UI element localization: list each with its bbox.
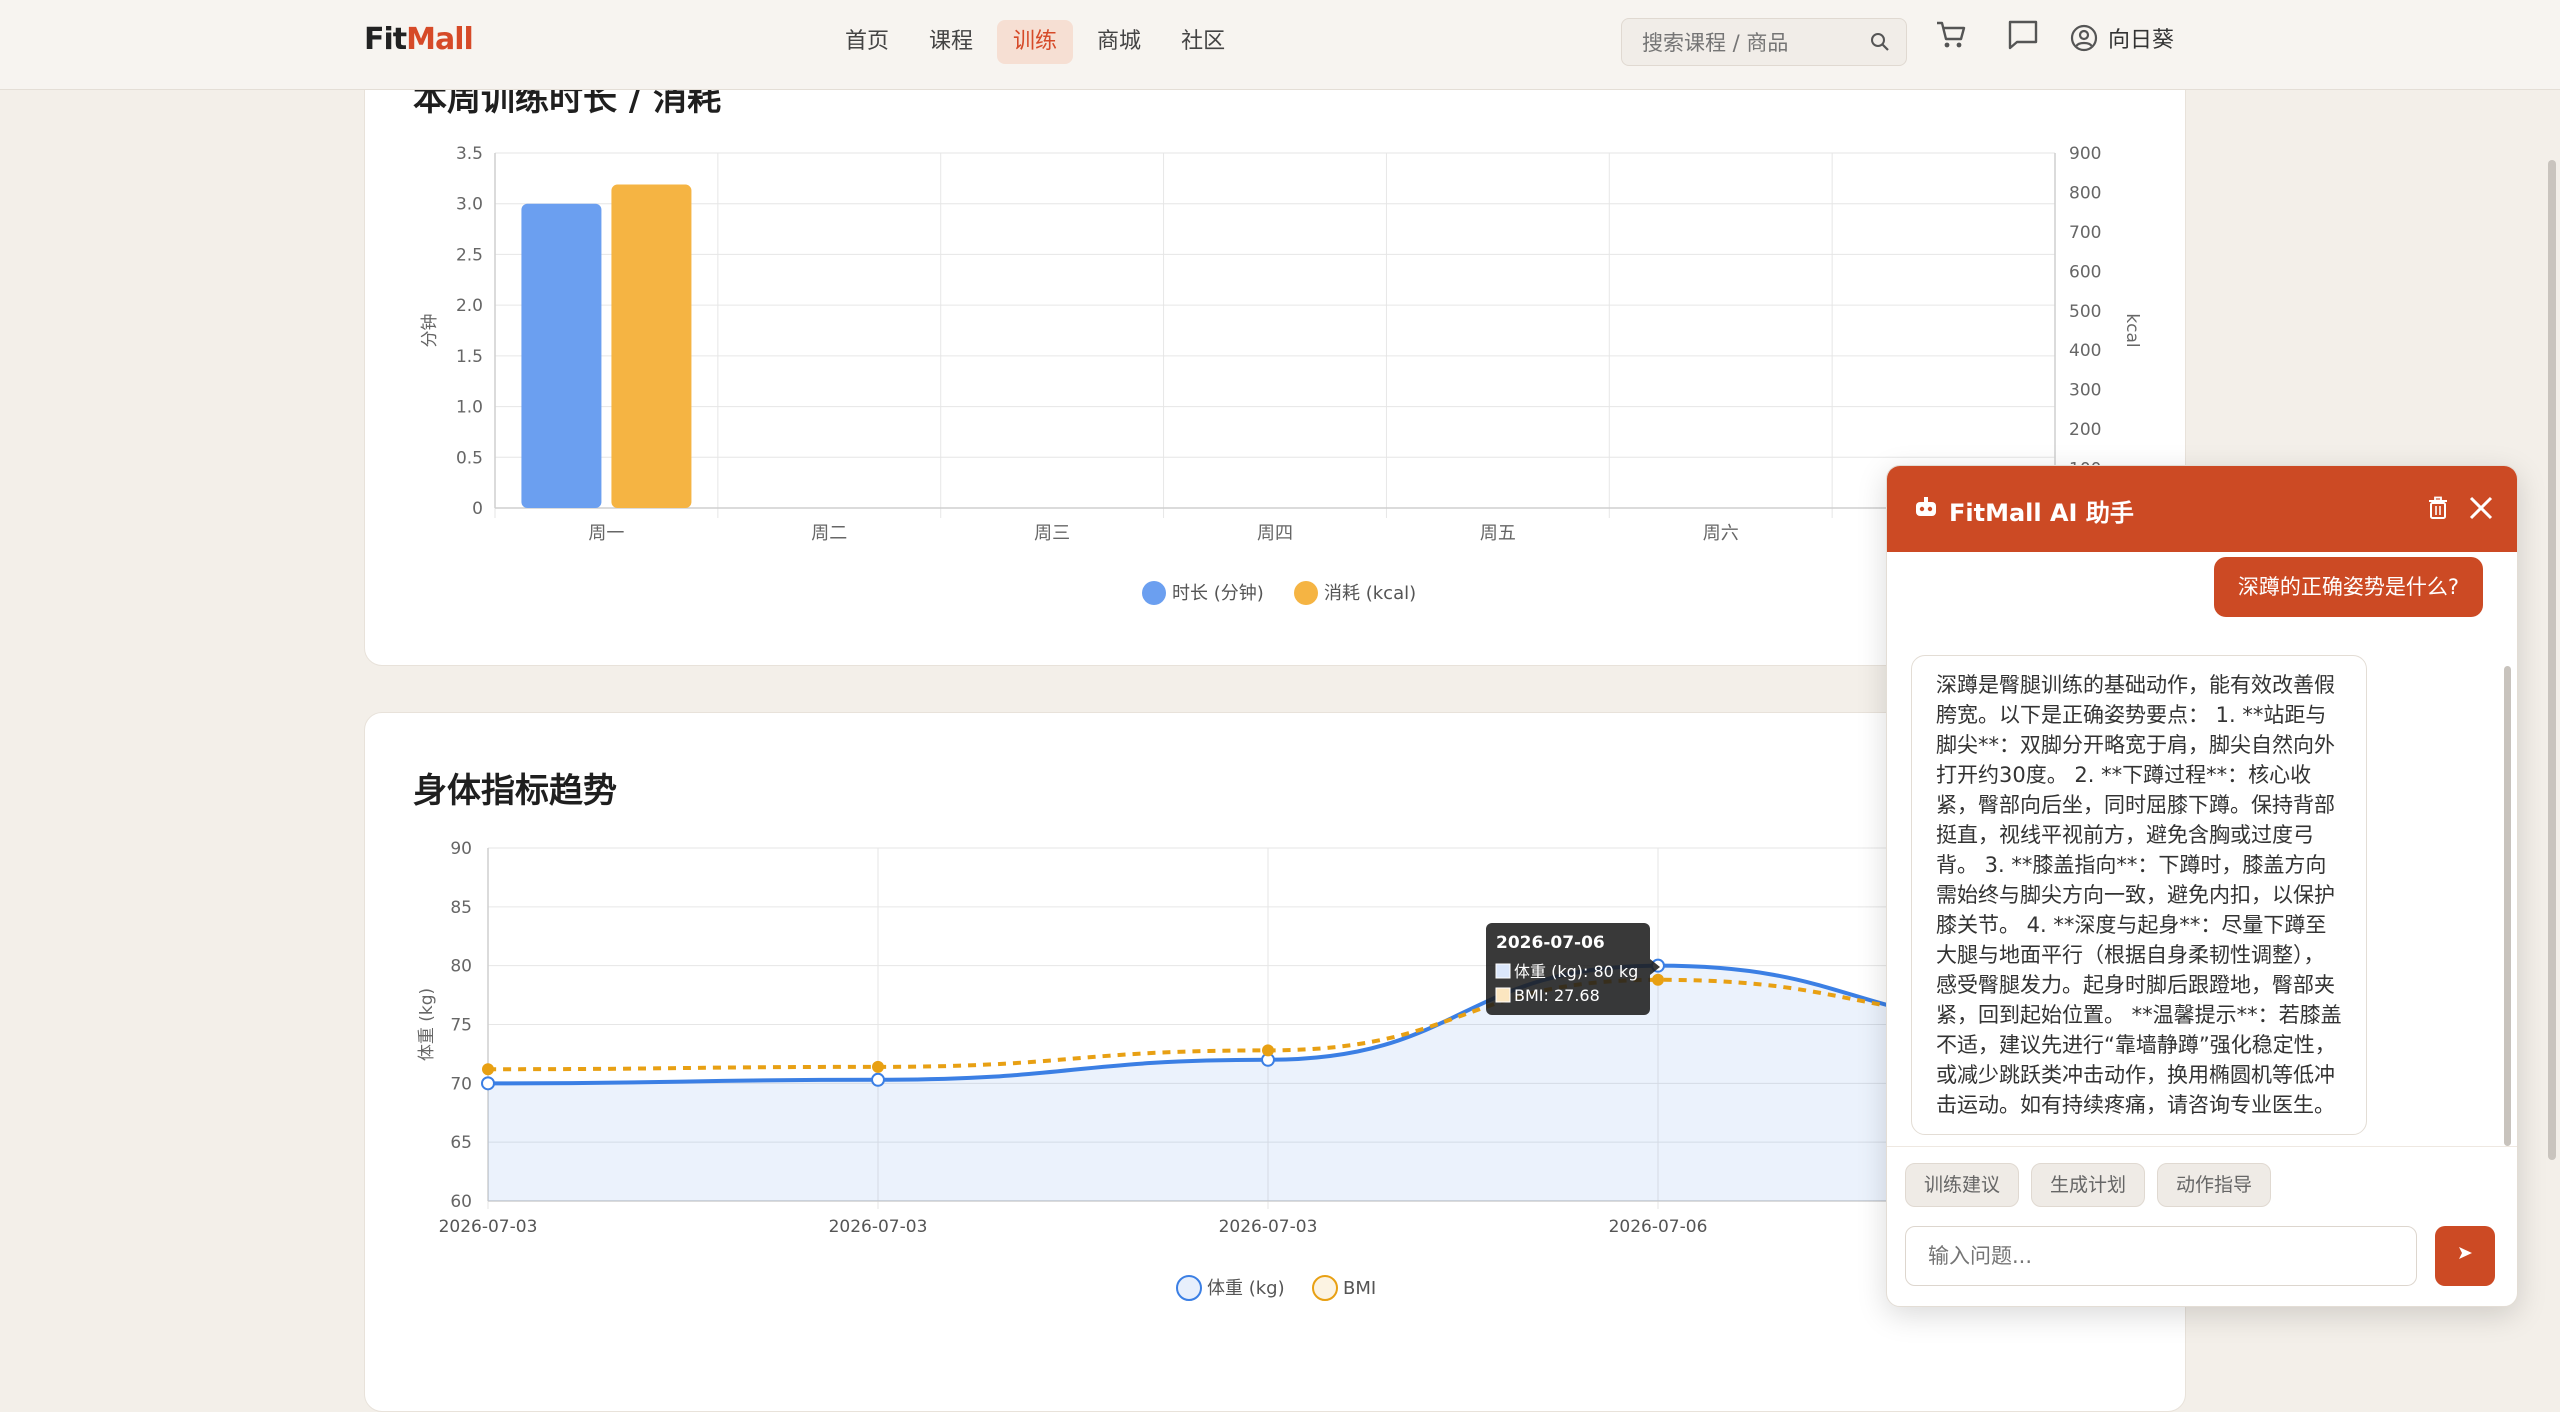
logo[interactable]: FitMall: [364, 22, 474, 57]
y-tick-label: 3.0: [456, 195, 483, 215]
y-tick-label: 75: [450, 1016, 472, 1036]
y2-tick-label: 900: [2069, 144, 2101, 164]
ai-chat-panel: FitMall AI 助手 深蹲的正确姿势是什么? 深蹲是臀腿训练的基础动作，能…: [1886, 465, 2518, 1307]
chat-input[interactable]: [1905, 1226, 2417, 1286]
y-tick-label: 90: [450, 839, 472, 859]
y-tick-label: 60: [450, 1192, 472, 1212]
trash-icon[interactable]: [2427, 496, 2449, 520]
nav-home[interactable]: 首页: [829, 20, 905, 64]
y2-tick-label: 700: [2069, 223, 2101, 243]
data-point: [481, 1076, 495, 1091]
nav-courses[interactable]: 课程: [913, 20, 989, 64]
x-tick-label: 周五: [1480, 523, 1516, 544]
x-tick-label: 周六: [1703, 523, 1739, 544]
legend-marker: [1294, 581, 1318, 605]
legend-marker: [1312, 1275, 1338, 1301]
tooltip-line: BMI: 27.68: [1514, 986, 1600, 1005]
user-message: 深蹲的正确姿势是什么?: [2213, 557, 2483, 617]
main-nav: 首页 课程 训练 商城 社区: [829, 20, 1241, 64]
x-tick-label: 2026-07-06: [1609, 1217, 1708, 1237]
quick-chips: 训练建议 生成计划 动作指导: [1905, 1163, 2272, 1207]
y-tick-label: 85: [450, 898, 472, 918]
logo-fit: Fit: [364, 22, 407, 57]
legend-label: BMI: [1343, 1278, 1376, 1299]
bar: [611, 184, 692, 509]
cart-icon[interactable]: [1934, 18, 1968, 52]
y-tick-label: 0.5: [456, 448, 483, 468]
bar: [521, 203, 602, 508]
data-point: [482, 1063, 494, 1076]
y-tick-label: 1.0: [456, 398, 483, 418]
chat-title: FitMall AI 助手: [1949, 499, 2134, 527]
chat-messages: 深蹲的正确姿势是什么? 深蹲是臀腿训练的基础动作，能有效改善假胯宽。以下是正确姿…: [1887, 552, 2517, 1144]
tooltip-title: 2026-07-06: [1496, 933, 1605, 953]
message-icon[interactable]: [2006, 18, 2040, 52]
y-tick-label: 65: [450, 1133, 472, 1153]
chat-scrollbar[interactable]: [2504, 666, 2511, 1146]
x-tick-label: 2026-07-03: [439, 1217, 538, 1237]
data-point: [871, 1072, 885, 1087]
y2-tick-label: 800: [2069, 183, 2101, 203]
y-axis-title: 体重 (kg): [417, 988, 437, 1061]
y2-tick-label: 300: [2069, 381, 2101, 401]
chip-training-advice[interactable]: 训练建议: [1905, 1163, 2020, 1207]
logo-mall: Mall: [406, 22, 474, 57]
chat-divider: [1887, 1146, 2517, 1147]
x-tick-label: 周二: [811, 523, 847, 544]
search-input[interactable]: [1622, 19, 1874, 67]
x-tick-label: 2026-07-03: [829, 1217, 928, 1237]
search-box: [1621, 18, 1907, 67]
legend-label: 时长 (分钟): [1172, 583, 1264, 604]
username: 向日葵: [2108, 28, 2175, 53]
tooltip-line: 体重 (kg): 80 kg: [1514, 962, 1638, 981]
y2-axis-title: kcal: [2122, 313, 2142, 347]
top-navbar: FitMall 首页 课程 训练 商城 社区 向日葵: [0, 0, 2560, 90]
chip-generate-plan[interactable]: 生成计划: [2031, 1163, 2146, 1207]
tooltip-swatch: [1495, 987, 1511, 1003]
y2-tick-label: 500: [2069, 302, 2101, 322]
y-tick-label: 3.5: [456, 144, 483, 164]
tooltip-swatch: [1495, 963, 1511, 979]
y-tick-label: 0: [472, 499, 483, 519]
x-tick-label: 周一: [588, 523, 624, 544]
y2-tick-label: 400: [2069, 341, 2101, 361]
user-menu[interactable]: 向日葵: [2070, 22, 2174, 54]
legend-label: 体重 (kg): [1207, 1278, 1285, 1299]
legend-marker: [1176, 1275, 1202, 1301]
y-axis-title: 分钟: [420, 314, 440, 348]
chip-exercise-guide[interactable]: 动作指导: [2157, 1163, 2272, 1207]
y-tick-label: 70: [450, 1074, 472, 1094]
nav-mall[interactable]: 商城: [1081, 20, 1157, 64]
chat-header: FitMall AI 助手: [1887, 466, 2517, 552]
nav-community[interactable]: 社区: [1165, 20, 1241, 64]
y-tick-label: 1.5: [456, 347, 483, 367]
y2-tick-label: 600: [2069, 262, 2101, 282]
nav-training[interactable]: 训练: [997, 20, 1074, 64]
legend-marker: [1142, 581, 1166, 605]
data-point: [872, 1060, 884, 1073]
search-icon[interactable]: [1870, 32, 1890, 52]
data-point: [1262, 1044, 1274, 1057]
y-tick-label: 80: [450, 957, 472, 977]
data-point: [1652, 973, 1664, 986]
y2-tick-label: 200: [2069, 420, 2101, 440]
x-tick-label: 周四: [1257, 523, 1293, 544]
robot-icon: [1916, 497, 1936, 516]
legend-label: 消耗 (kcal): [1324, 583, 1416, 604]
close-icon[interactable]: [2467, 494, 2495, 522]
user-icon: [2070, 24, 2098, 52]
bot-message: 深蹲是臀腿训练的基础动作，能有效改善假胯宽。以下是正确姿势要点： 1. **站距…: [1911, 655, 2367, 1135]
send-icon: [2459, 1247, 2472, 1259]
x-tick-label: 2026-07-03: [1219, 1217, 1318, 1237]
y-tick-label: 2.0: [456, 296, 483, 316]
send-button[interactable]: [2435, 1226, 2495, 1286]
x-tick-label: 周三: [1034, 523, 1070, 544]
page-scrollbar[interactable]: [2548, 160, 2556, 1160]
y-tick-label: 2.5: [456, 245, 483, 265]
